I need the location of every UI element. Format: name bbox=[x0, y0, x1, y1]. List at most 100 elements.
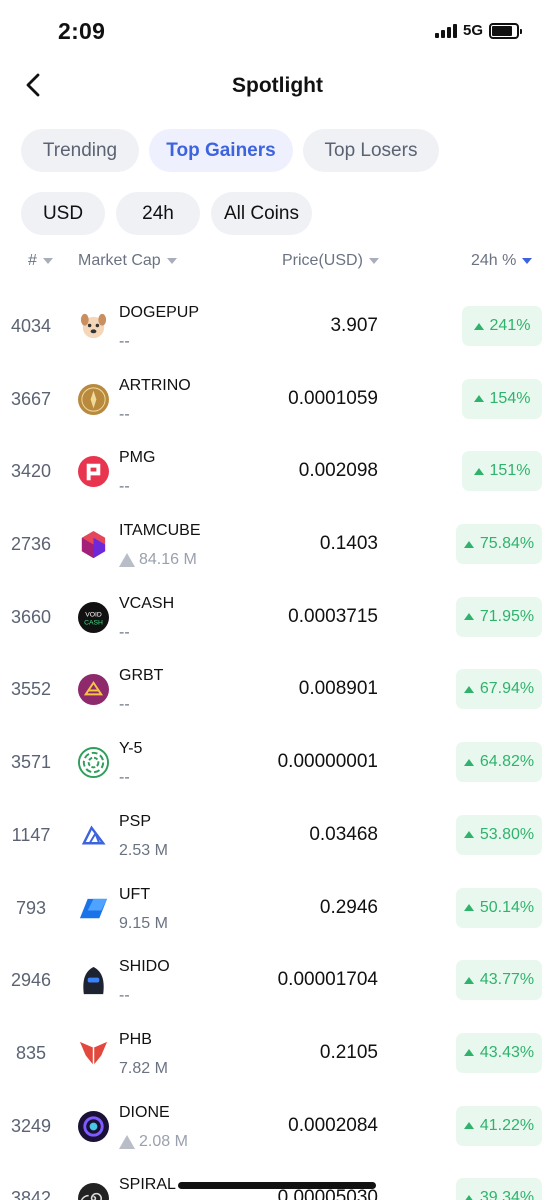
coin-market-cap: 9.15 M bbox=[119, 915, 168, 933]
coin-symbol: SPIRAL bbox=[119, 1176, 176, 1194]
battery-icon bbox=[489, 22, 522, 39]
psp-logo-icon bbox=[78, 820, 109, 851]
coin-symbol: ITAMCUBE bbox=[119, 522, 201, 540]
change-value: 43.43% bbox=[479, 1043, 535, 1061]
change-badge: 50.14% bbox=[456, 887, 542, 928]
nav-bar: Spotlight bbox=[0, 64, 555, 108]
coin-row[interactable]: 3667 ARTRINO -- 0.0001059 154% bbox=[0, 363, 555, 436]
change-badge: 241% bbox=[462, 306, 542, 346]
coin-symbol: DOGEPUP bbox=[119, 304, 200, 321]
coin-row[interactable]: 1147 PSP 2.53 M 0.03468 53.80% bbox=[0, 799, 555, 872]
coin-rank: 4034 bbox=[10, 316, 52, 336]
arrow-up-icon bbox=[473, 467, 484, 475]
period-filter-button[interactable]: 24h bbox=[116, 192, 200, 235]
change-badge: 71.95% bbox=[456, 596, 542, 637]
market-cap-value: -- bbox=[119, 405, 130, 423]
coin-market-cap: 84.16 M bbox=[119, 551, 197, 569]
sort-market-cap[interactable]: Market Cap bbox=[78, 252, 177, 270]
tab-bar: Trending Top Gainers Top Losers bbox=[21, 129, 439, 172]
svg-text:VOID: VOID bbox=[85, 611, 102, 618]
change-value: 71.95% bbox=[479, 607, 535, 625]
arrow-up-icon bbox=[463, 758, 474, 766]
coin-market-cap: -- bbox=[119, 696, 130, 714]
coin-market-cap: 7.82 M bbox=[119, 1060, 168, 1078]
warning-icon bbox=[119, 1134, 135, 1149]
change-value: 64.82% bbox=[479, 753, 535, 771]
sort-caret-icon bbox=[166, 258, 177, 264]
coin-price: 0.002098 bbox=[298, 460, 378, 482]
coin-rank: 3667 bbox=[10, 388, 52, 409]
tab-trending[interactable]: Trending bbox=[21, 129, 139, 172]
coin-price: 0.03468 bbox=[309, 823, 378, 845]
coin-row[interactable]: 3249 DIONE 2.08 M 0.0002084 41.22% bbox=[0, 1090, 555, 1163]
change-value: 154% bbox=[489, 389, 531, 407]
coin-price: 0.2105 bbox=[319, 1041, 378, 1063]
sort-price[interactable]: Price(USD) bbox=[282, 252, 379, 270]
signal-icon bbox=[434, 23, 457, 38]
sort-rank[interactable]: # bbox=[28, 252, 53, 270]
change-value: 67.94% bbox=[479, 680, 535, 698]
ninja-icon bbox=[78, 965, 109, 996]
tab-top-losers[interactable]: Top Losers bbox=[303, 129, 439, 172]
coin-row[interactable]: 3660 VOID CASH VCASH -- 0.0003715 71.95% bbox=[0, 581, 555, 654]
coin-rank: 3842 bbox=[10, 1188, 52, 1200]
coin-rank: 3249 bbox=[10, 1115, 52, 1136]
coin-rank: 793 bbox=[15, 897, 47, 918]
vcash-logo-icon: VOID CASH bbox=[78, 601, 109, 633]
sort-caret-icon bbox=[42, 258, 53, 264]
coin-market-cap: -- bbox=[119, 478, 130, 496]
phoenix-icon bbox=[78, 1038, 109, 1069]
coin-market-cap: -- bbox=[119, 624, 130, 642]
coin-symbol: UFT bbox=[119, 885, 151, 903]
coin-price: 0.2946 bbox=[319, 896, 378, 918]
coin-row[interactable]: 2946 SHIDO -- 0.00001704 43.77% bbox=[0, 944, 555, 1017]
coin-price: 0.0002084 bbox=[288, 1114, 378, 1136]
coin-row[interactable]: 3420 PMG -- 0.002098 151% bbox=[0, 435, 555, 508]
coin-price: 0.1403 bbox=[319, 533, 378, 555]
coin-row[interactable]: 4034 DOGEPUP -- 3.907 241% bbox=[0, 290, 555, 363]
coin-symbol: SHIDO bbox=[119, 958, 170, 976]
currency-filter-button[interactable]: USD bbox=[21, 192, 105, 235]
arrow-up-icon bbox=[463, 976, 474, 984]
change-badge: 154% bbox=[462, 378, 542, 419]
coin-symbol: ARTRINO bbox=[119, 376, 191, 394]
coin-row[interactable]: 2736 ITAMCUBE 84.16 M 0.1403 75.84% bbox=[0, 508, 555, 581]
market-cap-value: -- bbox=[119, 478, 130, 496]
coin-market-cap: -- bbox=[119, 987, 130, 1005]
warning-icon bbox=[119, 553, 135, 568]
change-value: 75.84% bbox=[479, 535, 535, 553]
coin-row[interactable]: 3552 GRBT -- 0.008901 67.94% bbox=[0, 653, 555, 726]
arrow-up-icon bbox=[463, 1194, 474, 1200]
grbt-logo-icon bbox=[78, 674, 109, 706]
coin-price: 0.00001704 bbox=[277, 969, 378, 991]
scope-filter-button[interactable]: All Coins bbox=[211, 192, 312, 235]
coin-symbol: PSP bbox=[119, 812, 152, 830]
change-value: 151% bbox=[489, 462, 531, 480]
market-cap-value: 2.53 M bbox=[119, 841, 168, 859]
market-cap-value: -- bbox=[119, 623, 130, 641]
coin-symbol: GRBT bbox=[119, 667, 164, 685]
pmg-logo-icon bbox=[78, 456, 109, 488]
change-value: 50.14% bbox=[479, 898, 535, 916]
tab-top-gainers[interactable]: Top Gainers bbox=[149, 129, 293, 172]
filter-bar: USD 24h All Coins bbox=[21, 192, 312, 235]
dog-icon bbox=[78, 311, 109, 342]
arrow-up-icon bbox=[463, 904, 474, 911]
coin-row[interactable]: 835 PHB 7.82 M 0.2105 43.43% bbox=[0, 1017, 555, 1090]
svg-text:CASH: CASH bbox=[84, 619, 103, 626]
coin-market-cap: 2.53 M bbox=[119, 842, 168, 860]
coin-market-cap: -- bbox=[119, 769, 130, 787]
coin-rank: 2946 bbox=[10, 970, 52, 991]
coin-row[interactable]: 793 UFT 9.15 M 0.2946 50.14% bbox=[0, 872, 555, 945]
arrow-up-icon bbox=[473, 395, 484, 403]
spiral-icon bbox=[78, 1183, 109, 1200]
change-badge: 67.94% bbox=[456, 669, 542, 710]
arrow-up-icon bbox=[463, 685, 474, 693]
change-value: 43.77% bbox=[479, 971, 535, 989]
change-badge: 53.80% bbox=[456, 814, 542, 855]
sort-change[interactable]: 24h % bbox=[471, 252, 533, 270]
coin-rank: 3420 bbox=[10, 461, 52, 482]
rank-column-label: # bbox=[28, 252, 37, 269]
coin-price: 0.00005030 bbox=[277, 1187, 378, 1200]
coin-row[interactable]: 3571 Y-5 -- 0.00000001 64.82% bbox=[0, 726, 555, 799]
